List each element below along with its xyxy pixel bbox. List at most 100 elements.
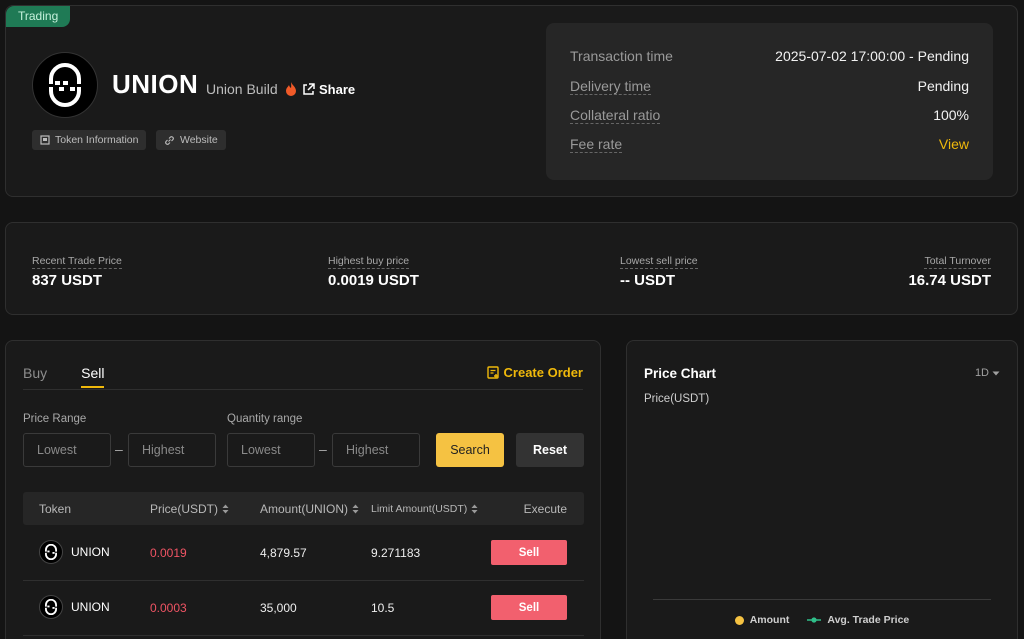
info-value: Pending xyxy=(917,78,969,94)
range-dash: – xyxy=(319,441,327,457)
legend-label-amount: Amount xyxy=(749,614,790,626)
row-limit-amount: 10.5 xyxy=(371,601,395,615)
stat-highest-buy-price: Highest buy price 0.0019 USDT xyxy=(328,251,419,289)
chart-range-select[interactable]: 1D xyxy=(975,367,1000,379)
chart-x-axis xyxy=(653,599,991,600)
token-subtitle: Union Build xyxy=(206,81,278,97)
info-label: Transaction time xyxy=(570,48,673,64)
token-logo xyxy=(32,52,98,118)
legend-line-icon xyxy=(807,617,822,623)
stat-lowest-sell-price: Lowest sell price -- USDT xyxy=(620,251,698,289)
row-token-name: UNION xyxy=(71,600,110,614)
row-token-name: UNION xyxy=(71,545,110,559)
row-price: 0.0019 xyxy=(150,546,187,560)
search-button[interactable]: Search xyxy=(436,433,504,467)
legend-item-amount[interactable]: Amount xyxy=(734,614,790,626)
column-token: Token xyxy=(39,502,71,516)
price-min-input[interactable] xyxy=(23,433,111,467)
token-information-label: Token Information xyxy=(55,134,139,146)
info-value: 2025-07-02 17:00:00 - Pending xyxy=(775,48,969,64)
reset-button[interactable]: Reset xyxy=(516,433,584,467)
create-order-label: Create Order xyxy=(503,365,583,380)
tab-buy[interactable]: Buy xyxy=(23,365,47,388)
info-row-delivery-time: Delivery time Pending xyxy=(570,78,969,95)
stat-value: 837 USDT xyxy=(32,272,103,289)
share-button[interactable]: Share xyxy=(302,82,355,97)
document-icon xyxy=(40,135,50,145)
column-token-label: Token xyxy=(39,502,72,516)
price-chart-card: Price Chart 1D Price(USDT) Amount Avg. T… xyxy=(626,340,1018,639)
quantity-min-input[interactable] xyxy=(227,433,315,467)
info-row-collateral-ratio: Collateral ratio 100% xyxy=(570,107,969,124)
token-information-button[interactable]: Token Information xyxy=(32,130,147,150)
tab-sell[interactable]: Sell xyxy=(81,365,105,388)
share-label: Share xyxy=(319,82,356,97)
row-price: 0.0003 xyxy=(150,601,187,615)
column-price-label: Price(USDT) xyxy=(150,502,218,516)
legend-dot-icon xyxy=(734,615,744,625)
column-amount-label: Amount(UNION) xyxy=(260,502,349,516)
sell-button[interactable]: Sell xyxy=(491,540,567,565)
legend-label-avg-trade-price: Avg. Trade Price xyxy=(827,614,910,626)
sell-button[interactable]: Sell xyxy=(491,595,567,620)
fee-rate-view-link[interactable]: View xyxy=(939,136,969,153)
orders-card: Buy Sell Create Order Price Range Quanti… xyxy=(5,340,601,639)
column-amount-sort[interactable]: Amount(UNION) xyxy=(260,502,359,516)
chart-range-value: 1D xyxy=(974,367,989,379)
union-logo-icon xyxy=(39,595,63,619)
row-token: UNION xyxy=(39,540,110,564)
chart-unit-label: Price(USDT) xyxy=(644,393,710,405)
row-token: UNION xyxy=(39,595,110,619)
chevron-down-icon xyxy=(992,371,1000,375)
stat-label: Recent Trade Price xyxy=(32,255,122,269)
orders-table-header: Token Price(USDT) Amount(UNION) Limit Am… xyxy=(23,492,584,525)
stat-total-turnover: Total Turnover 16.74 USDT xyxy=(908,251,991,289)
info-label: Delivery time xyxy=(570,78,651,95)
stat-label: Total Turnover xyxy=(924,255,991,269)
info-label: Fee rate xyxy=(570,136,623,153)
price-range-label: Price Range xyxy=(23,413,87,425)
website-label: Website xyxy=(180,134,218,146)
table-row: UNION 0.0019 4,879.57 9.271183 Sell xyxy=(23,526,584,581)
quantity-max-input[interactable] xyxy=(332,433,420,467)
website-link[interactable]: Website xyxy=(156,130,226,150)
info-row-fee-rate: Fee rate View xyxy=(570,136,969,153)
token-header-card: Trading UNION Union Build Share Token In… xyxy=(5,5,1018,197)
stat-value: 0.0019 USDT xyxy=(328,272,419,289)
info-value: 100% xyxy=(933,107,969,123)
price-max-input[interactable] xyxy=(128,433,216,467)
union-logo-icon xyxy=(39,540,63,564)
chart-legend: Amount Avg. Trade Price xyxy=(627,614,1017,626)
stat-label: Highest buy price xyxy=(328,255,410,269)
sort-icon xyxy=(352,504,359,514)
stat-value: -- USDT xyxy=(620,272,675,289)
quantity-range-label: Quantity range xyxy=(227,413,303,425)
row-amount: 35,000 xyxy=(260,601,297,615)
order-tabs: Buy Sell xyxy=(23,365,105,388)
column-limit-sort[interactable]: Limit Amount(USDT) xyxy=(371,503,478,515)
row-amount: 4,879.57 xyxy=(260,546,307,560)
info-label: Collateral ratio xyxy=(570,107,661,124)
chart-title: Price Chart xyxy=(644,366,717,381)
stat-recent-trade-price: Recent Trade Price 837 USDT xyxy=(32,251,122,289)
link-icon xyxy=(165,135,174,145)
table-row: UNION 0.0003 35,000 10.5 Sell xyxy=(23,581,584,636)
market-stats-card: Recent Trade Price 837 USDT Highest buy … xyxy=(5,222,1018,315)
legend-item-avg-trade-price[interactable]: Avg. Trade Price xyxy=(807,614,909,626)
info-row-transaction-time: Transaction time 2025-07-02 17:00:00 - P… xyxy=(570,48,969,64)
union-logo-icon xyxy=(49,63,81,107)
stat-value: 16.74 USDT xyxy=(908,272,991,289)
trade-info-panel: Transaction time 2025-07-02 17:00:00 - P… xyxy=(546,23,993,180)
sort-icon xyxy=(222,504,229,514)
row-limit-amount: 9.271183 xyxy=(371,546,421,560)
share-icon xyxy=(303,83,315,95)
range-dash: – xyxy=(115,441,123,457)
column-execute: Execute xyxy=(524,502,567,516)
status-badge: Trading xyxy=(6,6,71,27)
tabs-divider xyxy=(23,389,583,390)
fire-icon xyxy=(286,82,296,96)
sort-icon xyxy=(471,504,478,514)
column-price-sort[interactable]: Price(USDT) xyxy=(150,502,229,516)
create-order-button[interactable]: Create Order xyxy=(486,365,583,380)
create-order-icon xyxy=(486,366,499,379)
